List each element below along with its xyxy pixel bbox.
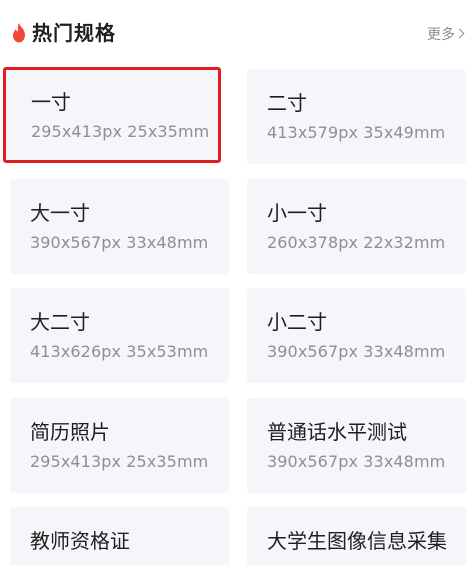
spec-name: 一寸 [31,90,71,114]
spec-name: 二寸 [267,91,307,115]
spec-card[interactable]: 教师资格证 [10,507,229,565]
spec-size: 390x567px 33x48mm [30,233,209,252]
spec-name: 大学生图像信息采集 [267,529,447,553]
spec-card[interactable]: 二寸 413x579px 35x49mm [247,69,466,164]
spec-size: 295x413px 25x35mm [30,452,209,471]
spec-size: 413x626px 35x53mm [30,342,209,361]
spec-name: 小二寸 [267,310,327,334]
spec-name: 大二寸 [30,310,90,334]
spec-name: 大一寸 [30,201,90,225]
spec-size: 260x378px 22x32mm [267,233,446,252]
spec-card[interactable]: 大二寸 413x626px 35x53mm [10,288,229,383]
spec-card[interactable]: 普通话水平测试 390x567px 33x48mm [247,398,466,493]
spec-card[interactable]: 简历照片 295x413px 25x35mm [10,398,229,493]
spec-size: 295x413px 25x35mm [31,122,210,141]
spec-card[interactable]: 大一寸 390x567px 33x48mm [10,179,229,274]
spec-name: 教师资格证 [30,529,130,553]
spec-card[interactable]: 小二寸 390x567px 33x48mm [247,288,466,383]
spec-size: 390x567px 33x48mm [267,452,446,471]
spec-card[interactable]: 一寸 295x413px 25x35mm [3,67,221,163]
spec-card[interactable]: 大学生图像信息采集 [247,507,466,565]
spec-name: 普通话水平测试 [267,420,407,444]
spec-size: 413x579px 35x49mm [267,123,446,142]
spec-name: 小一寸 [267,201,327,225]
spec-grid: 一寸 295x413px 25x35mm 二寸 413x579px 35x49m… [0,0,471,565]
spec-card[interactable]: 小一寸 260x378px 22x32mm [247,179,466,274]
spec-size: 390x567px 33x48mm [267,342,446,361]
spec-name: 简历照片 [30,420,110,444]
